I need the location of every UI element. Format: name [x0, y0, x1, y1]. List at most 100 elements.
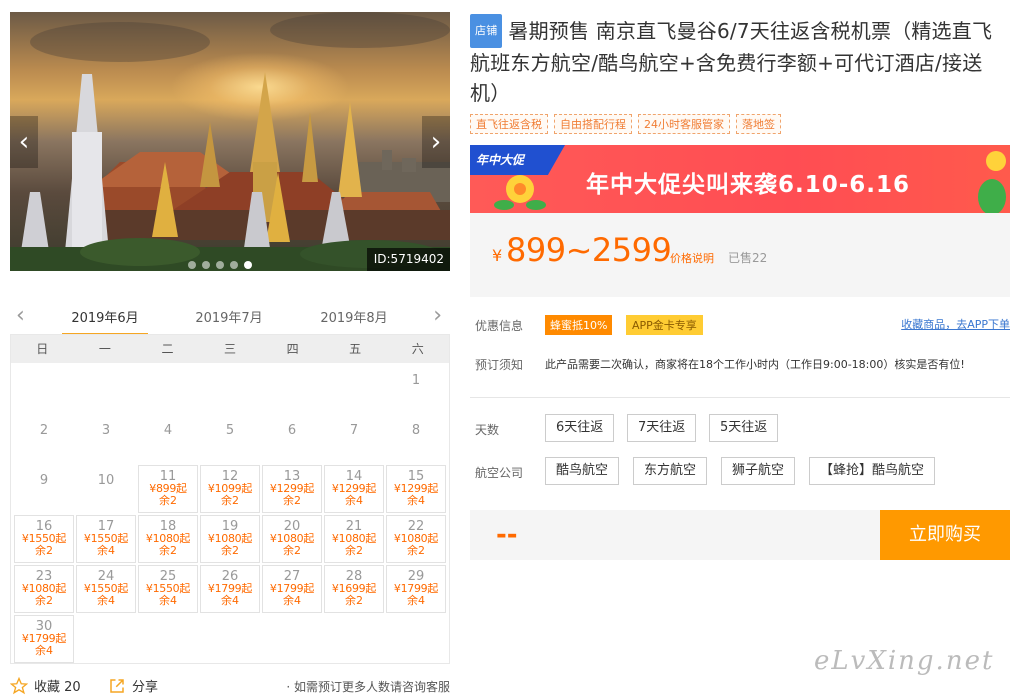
- calendar-day-available[interactable]: 27 ¥1799起 余4: [262, 565, 322, 613]
- airline-option-lion[interactable]: 狮子航空: [721, 457, 796, 485]
- weekday-label: 六: [411, 342, 424, 356]
- chevron-right-icon[interactable]: ›: [433, 303, 442, 328]
- day-stock: 余2: [221, 494, 239, 507]
- price-note-link[interactable]: 价格说明: [670, 250, 714, 266]
- weekday-label: 日: [36, 342, 49, 356]
- day-stock: 余4: [283, 594, 301, 607]
- product-header: 店铺 暑期预售 南京直飞曼谷6/7天往返含税机票（精选直飞航班东方航空/酷鸟航空+…: [470, 14, 1010, 108]
- bottom-actions: 收藏 20 分享 · 如需预订更多人数请咨询客服: [10, 674, 450, 698]
- calendar-day-available[interactable]: 25 ¥1550起 余4: [138, 565, 198, 613]
- day-stock: 余4: [159, 594, 177, 607]
- day-stock: 余2: [345, 544, 363, 557]
- day-stock: 余2: [159, 544, 177, 557]
- calendar-day-available[interactable]: 11 ¥899起 余2: [138, 465, 198, 513]
- airline-label: 航空公司: [475, 466, 524, 480]
- weekday-label: 三: [224, 342, 237, 356]
- day-number: 7: [349, 423, 359, 438]
- feature-tag: 落地签: [736, 114, 781, 134]
- days-option-6[interactable]: 6天往返: [545, 414, 615, 442]
- group-booking-hint: · 如需预订更多人数请咨询客服: [286, 680, 450, 694]
- carousel-dots[interactable]: [188, 261, 252, 269]
- app-card-badge: APP金卡专享: [626, 315, 703, 335]
- calendar-day-available[interactable]: 22 ¥1080起 余2: [386, 515, 446, 563]
- days-option-5[interactable]: 5天往返: [709, 414, 779, 442]
- calendar-day: 6: [262, 415, 322, 463]
- image-id-label: ID:5719402: [366, 248, 450, 271]
- favorite-app-link[interactable]: 收藏商品，去APP下单: [901, 316, 1010, 332]
- airline-option-koolbird-flash[interactable]: 【蜂抢】酷鸟航空: [809, 457, 936, 485]
- weekday-label: 二: [161, 342, 174, 356]
- hero-prev-button[interactable]: ‹: [10, 116, 38, 168]
- carousel-dot[interactable]: [188, 261, 196, 269]
- share-button[interactable]: 分享: [108, 676, 158, 695]
- favorite-button[interactable]: 收藏 20: [10, 676, 81, 695]
- carousel-dot[interactable]: [230, 261, 238, 269]
- calendar-day-available[interactable]: 17 ¥1550起 余4: [76, 515, 136, 563]
- airline-option-koolbird[interactable]: 酷鸟航空: [545, 457, 620, 485]
- day-stock: 余2: [407, 544, 425, 557]
- calendar-day: 7: [324, 415, 384, 463]
- calendar-day-available[interactable]: 30 ¥1799起 余4: [14, 615, 74, 663]
- calendar-day-available[interactable]: 28 ¥1699起 余2: [324, 565, 384, 613]
- temple-skyline-illustration: [10, 72, 450, 271]
- sold-count: 已售22: [728, 251, 768, 265]
- shop-badge: 店铺: [470, 14, 503, 48]
- share-label: 分享: [132, 680, 159, 695]
- day-stock: 余2: [283, 544, 301, 557]
- divider: [470, 397, 1010, 398]
- favorite-count-label: 收藏 20: [34, 680, 81, 695]
- calendar-day-available[interactable]: 15 ¥1299起 余4: [386, 465, 446, 513]
- day-number: 6: [287, 423, 297, 438]
- calendar-day: 5: [200, 415, 260, 463]
- calendar-day-available[interactable]: 14 ¥1299起 余4: [324, 465, 384, 513]
- feature-tag: 直飞往返含税: [470, 114, 548, 134]
- day-stock: 余4: [407, 494, 425, 507]
- calendar-day: 1: [386, 365, 446, 413]
- day-number: 3: [101, 423, 111, 438]
- day-stock: 余2: [221, 544, 239, 557]
- day-number: 9: [39, 473, 49, 488]
- promo-banner[interactable]: 年中大促 年中大促尖叫来袭6.10-6.16: [470, 145, 1010, 213]
- calendar-day: 10: [76, 465, 136, 513]
- carousel-dot[interactable]: [216, 261, 224, 269]
- carousel-dot[interactable]: [202, 261, 210, 269]
- airline-option-eastern[interactable]: 东方航空: [633, 457, 708, 485]
- tab-month-july[interactable]: 2019年7月: [186, 307, 272, 326]
- star-icon: [10, 676, 28, 694]
- calendar-day-available[interactable]: 18 ¥1080起 余2: [138, 515, 198, 563]
- month-navigation: ‹ 2019年6月 2019年7月 2019年8月 ›: [10, 300, 450, 336]
- booking-notice: 此产品需要二次确认，商家将在18个工作小时内（工作日9:00-18:00）核实是…: [545, 358, 965, 371]
- hero-next-button[interactable]: ›: [422, 116, 450, 168]
- calendar-day-available[interactable]: 29 ¥1799起 余4: [386, 565, 446, 613]
- day-number: 10: [97, 473, 115, 488]
- calendar-day-available[interactable]: 23 ¥1080起 余2: [14, 565, 74, 613]
- flower-icon: [494, 175, 546, 210]
- selected-price: --: [496, 520, 518, 550]
- tab-month-june[interactable]: 2019年6月: [62, 307, 148, 336]
- chevron-left-icon: ‹: [18, 127, 30, 157]
- calendar-day-available[interactable]: 20 ¥1080起 余2: [262, 515, 322, 563]
- chevron-right-icon: ›: [430, 127, 442, 157]
- days-option-7[interactable]: 7天往返: [627, 414, 697, 442]
- calendar-day-available[interactable]: 21 ¥1080起 余2: [324, 515, 384, 563]
- day-stock: 余2: [35, 594, 53, 607]
- calendar-day-available[interactable]: 24 ¥1550起 余4: [76, 565, 136, 613]
- buy-now-button[interactable]: 立即购买: [880, 510, 1010, 560]
- tab-month-august[interactable]: 2019年8月: [311, 307, 397, 326]
- calendar-day: 4: [138, 415, 198, 463]
- calendar-day-available[interactable]: 12 ¥1099起 余2: [200, 465, 260, 513]
- chevron-left-icon[interactable]: ‹: [16, 303, 25, 328]
- calendar-day-available[interactable]: 16 ¥1550起 余2: [14, 515, 74, 563]
- calendar-day-available[interactable]: 26 ¥1799起 余4: [200, 565, 260, 613]
- promo-label: 优惠信息: [475, 319, 524, 333]
- day-number: 4: [163, 423, 173, 438]
- product-title: 店铺 暑期预售 南京直飞曼谷6/7天往返含税机票（精选直飞航班东方航空/酷鸟航空+…: [470, 14, 1010, 108]
- calendar-day-available[interactable]: 19 ¥1080起 余2: [200, 515, 260, 563]
- weekday-label: 五: [349, 342, 362, 356]
- day-stock: 余4: [221, 594, 239, 607]
- price-range: 899~2599: [506, 231, 672, 269]
- calendar-day-available[interactable]: 13 ¥1299起 余2: [262, 465, 322, 513]
- day-stock: 余4: [97, 544, 115, 557]
- carousel-dot[interactable]: [244, 261, 252, 269]
- day-stock: 余2: [35, 544, 53, 557]
